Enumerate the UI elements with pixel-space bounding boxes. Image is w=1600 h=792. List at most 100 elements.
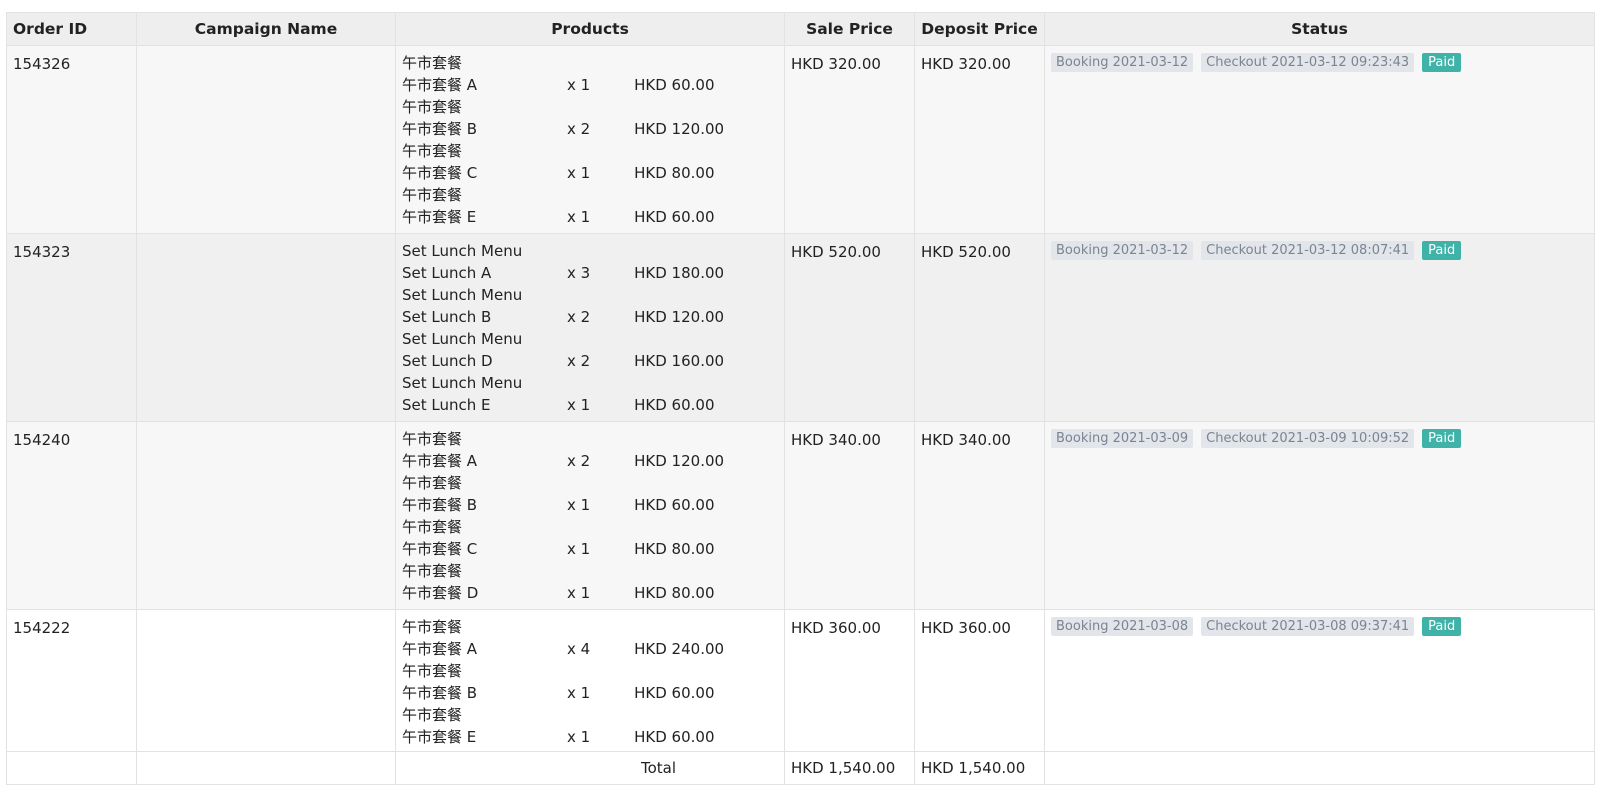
sale-price-cell: HKD 360.00 xyxy=(784,609,915,752)
order-id: 154326 xyxy=(13,55,71,73)
product-menu: 午市套餐 xyxy=(402,662,463,680)
product-price: HKD 60.00 xyxy=(634,684,715,702)
product-item-line: 午市套餐 B x 1 HKD 60.00 xyxy=(402,682,778,704)
product-item-line: Set Lunch E x 1 HKD 60.00 xyxy=(402,394,778,416)
product-name: 午市套餐 B xyxy=(402,684,478,702)
product-menu: 午市套餐 xyxy=(402,142,463,160)
product-item-line: 午市套餐 C x 1 HKD 80.00 xyxy=(402,162,778,184)
table-row[interactable]: 154323 Set Lunch Menu Set Lunch A x 3 HKD … xyxy=(6,233,1595,422)
product-qty: x 2 xyxy=(566,352,591,370)
table-row[interactable]: 154326 午市套餐 午市套餐 A x 1 HKD 60.00 午市套餐 午市套餐… xyxy=(6,45,1595,234)
products-cell: Set Lunch Menu Set Lunch Ax 3 HKD 180.00 … xyxy=(395,233,785,422)
checkout-time-tag: Checkout 2021-03-08 09:37:41 xyxy=(1201,617,1415,636)
product-name: Set Lunch B xyxy=(402,308,492,326)
campaign-name-cell xyxy=(136,233,396,422)
order-id: 154240 xyxy=(13,431,71,449)
product-menu-line: 午市套餐 xyxy=(402,660,778,682)
total-empty-cell xyxy=(1044,751,1595,785)
product-name: 午市套餐 B xyxy=(402,496,478,514)
product-qty: x 2 xyxy=(566,120,591,138)
product-item-line: 午市套餐 E x 1 HKD 60.00 xyxy=(402,206,778,228)
order-id: 154222 xyxy=(13,619,71,637)
product-price: HKD 60.00 xyxy=(634,76,715,94)
product-menu: Set Lunch Menu xyxy=(402,286,523,304)
product-menu-line: Set Lunch Menu xyxy=(402,328,778,350)
product-qty: x 1 xyxy=(566,728,591,746)
product-name: 午市套餐 B xyxy=(402,120,478,138)
deposit-price: HKD 360.00 xyxy=(921,619,1011,637)
product-price: HKD 120.00 xyxy=(634,452,725,470)
product-name: 午市套餐 D xyxy=(402,584,479,602)
product-price: HKD 160.00 xyxy=(634,352,725,370)
product-item-line: Set Lunch D x 2 HKD 160.00 xyxy=(402,350,778,372)
product-price: HKD 60.00 xyxy=(634,396,715,414)
campaign-name-cell xyxy=(136,609,396,752)
sale-price: HKD 360.00 xyxy=(791,619,881,637)
order-id-cell: 154222 xyxy=(6,609,137,752)
product-name: Set Lunch E xyxy=(402,396,491,414)
product-item-line: Set Lunch B x 2 HKD 120.00 xyxy=(402,306,778,328)
col-header-campaign-name[interactable]: Campaign Name xyxy=(136,12,396,46)
campaign-name-cell xyxy=(136,45,396,234)
total-sale-price: HKD 1,540.00 xyxy=(791,759,896,777)
product-qty: x 1 xyxy=(566,76,591,94)
col-header-order-id[interactable]: Order ID xyxy=(6,12,137,46)
deposit-price-cell: HKD 360.00 xyxy=(914,609,1045,752)
total-empty-cell xyxy=(136,751,396,785)
product-qty: x 1 xyxy=(566,396,591,414)
header-row: Order ID Campaign Name Products Sale Pri… xyxy=(6,12,1595,46)
product-item-line: 午市套餐 B x 2 HKD 120.00 xyxy=(402,118,778,140)
deposit-price-cell: HKD 320.00 xyxy=(914,45,1045,234)
product-name: 午市套餐 C xyxy=(402,540,478,558)
product-menu-line: 午市套餐 xyxy=(402,428,778,450)
sale-price: HKD 340.00 xyxy=(791,431,881,449)
status-badge: Paid xyxy=(1422,617,1462,636)
product-menu: 午市套餐 xyxy=(402,518,463,536)
product-menu: 午市套餐 xyxy=(402,474,463,492)
status-badge: Paid xyxy=(1422,241,1462,260)
product-price: HKD 60.00 xyxy=(634,208,715,226)
col-header-sale-price[interactable]: Sale Price xyxy=(784,12,915,46)
order-id: 154323 xyxy=(13,243,71,261)
deposit-price: HKD 340.00 xyxy=(921,431,1011,449)
product-menu-line: 午市套餐 xyxy=(402,140,778,162)
product-name: 午市套餐 C xyxy=(402,164,478,182)
product-name: 午市套餐 E xyxy=(402,728,477,746)
status-cell: Booking 2021-03-12 Checkout 2021-03-12 0… xyxy=(1044,233,1595,422)
table-row[interactable]: 154222 午市套餐 午市套餐 A x 4 HKD 240.00 午市套餐 午市套… xyxy=(6,609,1595,752)
booking-date-tag: Booking 2021-03-09 xyxy=(1051,429,1194,448)
product-price: HKD 120.00 xyxy=(634,308,725,326)
order-id-cell: 154240 xyxy=(6,421,137,610)
product-menu-line: Set Lunch Menu xyxy=(402,284,778,306)
product-qty: x 3 xyxy=(566,264,591,282)
products-cell: 午市套餐 午市套餐 A x 2 HKD 120.00 午市套餐 午市套餐 B x 1 H… xyxy=(395,421,785,610)
product-menu: 午市套餐 xyxy=(402,54,463,72)
sale-price-cell: HKD 320.00 xyxy=(784,45,915,234)
status-badge: Paid xyxy=(1422,53,1462,72)
product-name: Set Lunch D xyxy=(402,352,493,370)
booking-date-tag: Booking 2021-03-08 xyxy=(1051,617,1194,636)
product-menu-line: Set Lunch Menu xyxy=(402,240,778,262)
total-empty-cell xyxy=(6,751,137,785)
col-header-products[interactable]: Products xyxy=(395,12,785,46)
product-qty: x 1 xyxy=(566,684,591,702)
col-header-status[interactable]: Status xyxy=(1044,12,1595,46)
product-menu-line: 午市套餐 xyxy=(402,184,778,206)
deposit-price: HKD 320.00 xyxy=(921,55,1011,73)
total-row: Total HKD 1,540.00 HKD 1,540.00 xyxy=(6,751,1595,785)
status-cell: Booking 2021-03-08 Checkout 2021-03-08 0… xyxy=(1044,609,1595,752)
product-menu-line: 午市套餐 xyxy=(402,704,778,726)
product-item-line: 午市套餐 B x 1 HKD 60.00 xyxy=(402,494,778,516)
checkout-time-tag: Checkout 2021-03-12 08:07:41 xyxy=(1201,241,1415,260)
product-menu-line: Set Lunch Menu xyxy=(402,372,778,394)
product-name: 午市套餐 A xyxy=(402,76,478,94)
product-item-line: 午市套餐 A x 1 HKD 60.00 xyxy=(402,74,778,96)
total-sale-cell: HKD 1,540.00 xyxy=(784,751,915,785)
checkout-time-tag: Checkout 2021-03-12 09:23:43 xyxy=(1201,53,1415,72)
table-row[interactable]: 154240 午市套餐 午市套餐 A x 2 HKD 120.00 午市套餐 午市套… xyxy=(6,421,1595,610)
col-header-deposit-price[interactable]: Deposit Price xyxy=(914,12,1045,46)
booking-date-tag: Booking 2021-03-12 xyxy=(1051,53,1194,72)
product-qty: x 1 xyxy=(566,496,591,514)
product-menu: 午市套餐 xyxy=(402,706,463,724)
product-price: HKD 80.00 xyxy=(634,540,715,558)
